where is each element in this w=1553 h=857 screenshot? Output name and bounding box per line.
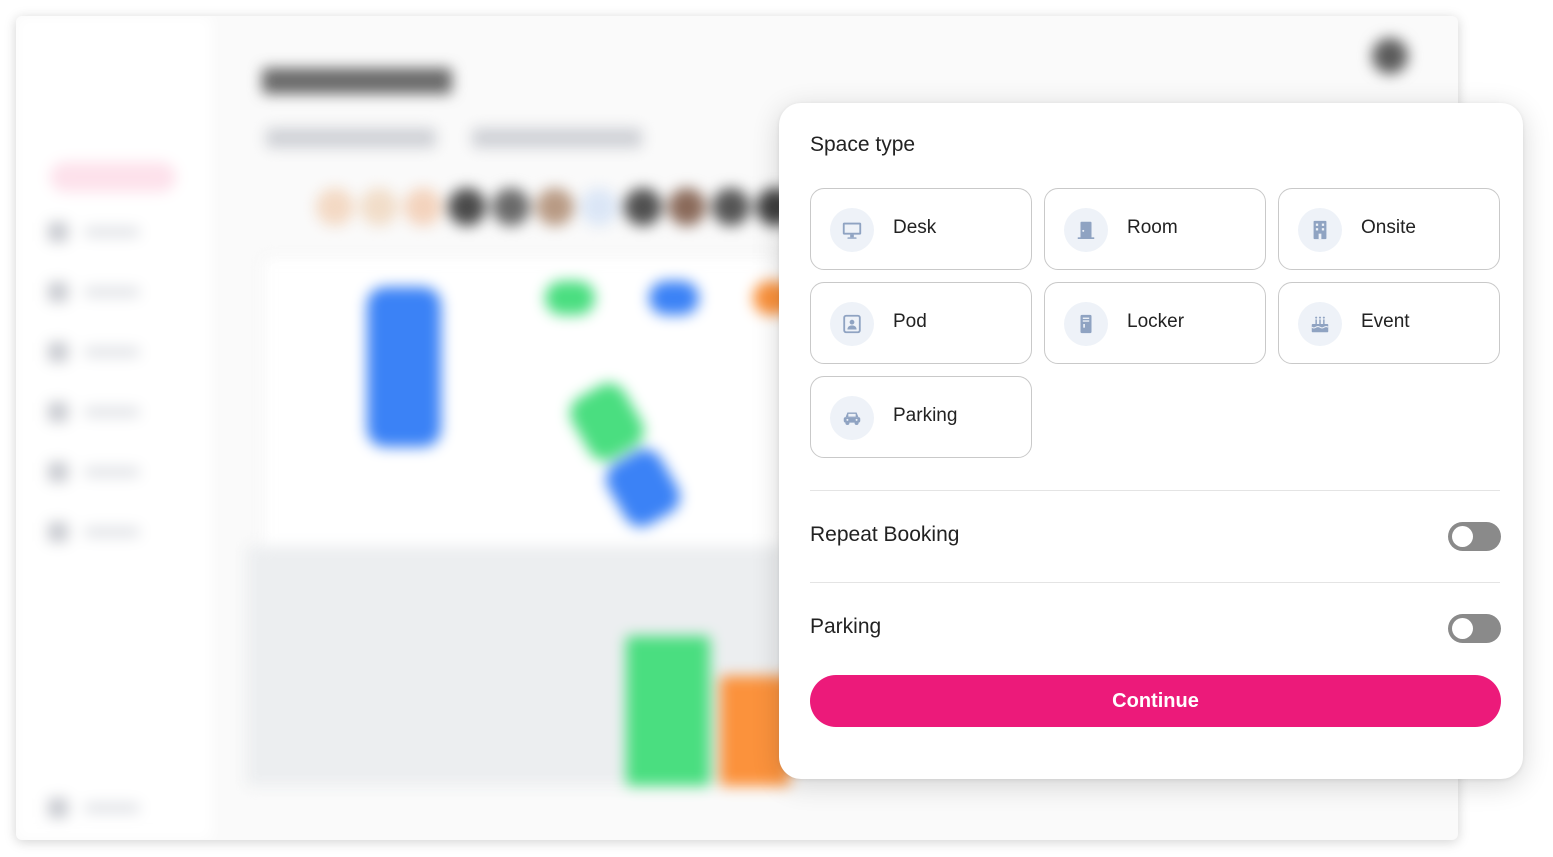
- option-parking[interactable]: Parking: [810, 376, 1032, 458]
- background-sidebar: [16, 16, 212, 840]
- background-nav-item: [48, 402, 158, 422]
- background-select: [266, 128, 436, 148]
- locker-icon: [1064, 302, 1108, 346]
- background-page-title: [262, 68, 452, 94]
- space-type-dialog: Space type Desk Room Onsite Pod Locker E…: [779, 103, 1523, 779]
- option-label: Locker: [1127, 311, 1185, 332]
- option-label: Room: [1127, 217, 1178, 238]
- divider: [810, 582, 1500, 583]
- cake-icon: [1298, 302, 1342, 346]
- option-onsite[interactable]: Onsite: [1278, 188, 1500, 270]
- continue-button[interactable]: Continue: [810, 675, 1501, 727]
- background-user-avatar: [1372, 38, 1408, 74]
- background-nav-item: [48, 462, 158, 482]
- option-label: Pod: [893, 311, 927, 332]
- building-icon: [1298, 208, 1342, 252]
- background-select: [472, 128, 642, 148]
- pod-icon: [830, 302, 874, 346]
- option-room[interactable]: Room: [1044, 188, 1266, 270]
- option-label: Event: [1361, 311, 1410, 332]
- option-label: Onsite: [1361, 217, 1416, 238]
- repeat-booking-toggle[interactable]: [1448, 522, 1501, 551]
- parking-label: Parking: [810, 615, 882, 638]
- toggle-knob: [1452, 618, 1473, 639]
- toggle-knob: [1452, 526, 1473, 547]
- background-nav-item: [48, 282, 158, 302]
- background-nav-item: [48, 342, 158, 362]
- divider: [810, 490, 1500, 491]
- background-nav-item: [48, 522, 158, 542]
- car-icon: [830, 396, 874, 440]
- option-pod[interactable]: Pod: [810, 282, 1032, 364]
- parking-toggle[interactable]: [1448, 614, 1501, 643]
- option-event[interactable]: Event: [1278, 282, 1500, 364]
- dialog-title: Space type: [810, 133, 916, 156]
- option-locker[interactable]: Locker: [1044, 282, 1266, 364]
- option-label: Parking: [893, 405, 958, 426]
- option-label: Desk: [893, 217, 937, 238]
- background-floor-map: [262, 256, 793, 556]
- background-floor-plan: [246, 546, 790, 786]
- background-avatar-row: [272, 188, 794, 232]
- door-icon: [1064, 208, 1108, 252]
- repeat-booking-label: Repeat Booking: [810, 523, 960, 546]
- background-nav-item: [48, 222, 158, 242]
- background-new-booking-button: [50, 162, 176, 192]
- background-nav-item: [48, 798, 158, 818]
- monitor-icon: [830, 208, 874, 252]
- option-desk[interactable]: Desk: [810, 188, 1032, 270]
